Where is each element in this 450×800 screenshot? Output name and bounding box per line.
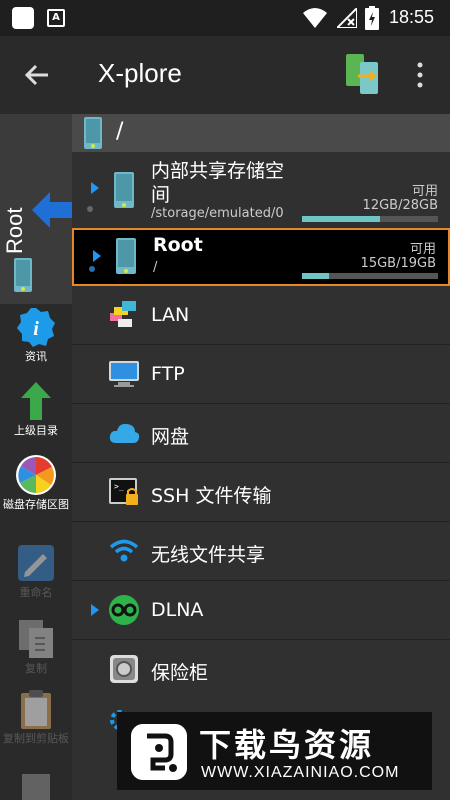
svg-text:>_: >_	[114, 482, 124, 491]
disk-map-icon	[16, 455, 56, 495]
copy-icon	[19, 620, 53, 658]
sidebar: Root i 资讯 上级目录 磁盘存储区图 重命名 复制 复制到剪贴板	[0, 114, 72, 800]
info-button[interactable]: i 资讯	[0, 306, 72, 364]
expand-arrow-icon[interactable]	[91, 604, 99, 616]
status-dot	[89, 266, 95, 272]
storage-device-icon	[14, 258, 32, 292]
drive-path: /	[153, 260, 158, 275]
copy-to-clipboard-button[interactable]: 复制到剪贴板	[0, 688, 72, 746]
item-label: SSH 文件传输	[151, 485, 272, 507]
watermark-title: 下载鸟资源	[199, 726, 375, 764]
app-title: X-plore	[98, 58, 182, 88]
dlna-icon	[109, 595, 139, 625]
disk-map-button[interactable]: 磁盘存储区图	[0, 454, 72, 512]
cloud-icon	[109, 423, 140, 443]
no-signal-icon	[337, 8, 357, 28]
notification-a-icon: A	[47, 9, 65, 27]
sidebar-button-label: 复制	[25, 662, 47, 675]
sidebar-button-label: 磁盘存储区图	[3, 498, 69, 511]
overflow-menu-icon[interactable]	[410, 60, 430, 90]
watermark-url: WWW.XIAZAINIAO.COM	[201, 764, 400, 781]
parent-folder-button[interactable]: 上级目录	[0, 380, 72, 438]
list-item-lan[interactable]: LAN	[72, 286, 450, 345]
rename-button[interactable]: 重命名	[0, 542, 72, 600]
drive-root[interactable]: Root / 可用 15GB/19GB	[72, 228, 450, 286]
drive-usage-fill	[302, 273, 330, 279]
clock: 18:55	[389, 7, 435, 27]
watermark-banner: 下载鸟资源 WWW.XIAZAINIAO.COM	[117, 712, 432, 790]
storage-device-icon	[114, 172, 134, 208]
drive-name-line2: 间	[151, 184, 171, 206]
drive-available-label: 可用	[409, 242, 436, 257]
drive-size: 12GB/28GB	[362, 198, 438, 213]
back-arrow-icon[interactable]	[22, 60, 52, 90]
list-item-cloud[interactable]: 网盘	[72, 404, 450, 463]
drive-size: 15GB/19GB	[360, 256, 436, 271]
status-bar: A 18:55	[0, 0, 450, 36]
copy-button[interactable]: 复制	[0, 618, 72, 676]
info-icon: i	[17, 308, 55, 347]
item-label: 无线文件共享	[151, 544, 266, 566]
list-item-dlna[interactable]: DLNA	[72, 581, 450, 640]
more-tools-icon	[22, 774, 50, 800]
status-dot	[87, 206, 93, 212]
sidebar-button-label: 上级目录	[14, 424, 58, 437]
item-label: DLNA	[151, 599, 204, 621]
dual-pane-phones-icon[interactable]	[344, 52, 382, 96]
drive-name: Root	[153, 234, 203, 256]
ftp-icon	[109, 361, 139, 387]
wifi-icon	[303, 8, 327, 28]
lan-icon	[110, 301, 136, 327]
list-item-ssh[interactable]: >_ SSH 文件传输	[72, 463, 450, 522]
switch-pane-arrow-icon[interactable]	[32, 190, 72, 230]
list-item-ftp[interactable]: FTP	[72, 345, 450, 404]
drive-available-label: 可用	[411, 184, 438, 199]
drive-usage-bar	[302, 273, 438, 279]
item-label: FTP	[151, 363, 185, 385]
app-bar: X-plore	[0, 36, 450, 114]
drive-path: /storage/emulated/0	[151, 206, 284, 221]
drive-internal-storage[interactable]: 内部共享存储空 间 /storage/emulated/0 可用 12GB/28…	[72, 152, 450, 228]
sidebar-button-label: 资讯	[25, 350, 47, 363]
item-label: 网盘	[151, 426, 190, 448]
rename-icon	[18, 545, 54, 581]
item-label: 保险柜	[151, 662, 209, 684]
ssh-icon: >_	[109, 478, 138, 505]
up-arrow-icon	[21, 382, 51, 420]
list-item-wifi-share[interactable]: 无线文件共享	[72, 522, 450, 581]
clipboard-icon	[21, 690, 51, 729]
sidebar-button-label: 复制到剪贴板	[3, 732, 69, 745]
battery-charging-icon	[365, 6, 379, 30]
sidebar-button-label: 重命名	[19, 586, 53, 599]
drive-usage-fill	[302, 216, 380, 222]
list-item-vault[interactable]: 保险柜	[72, 640, 450, 699]
storage-device-icon	[84, 117, 102, 149]
notification-square-icon	[12, 7, 34, 29]
current-path: /	[116, 119, 124, 144]
sidebar-root-tab[interactable]: Root	[0, 114, 72, 304]
storage-device-icon	[116, 238, 136, 274]
drive-usage-bar	[302, 216, 438, 222]
sidebar-tab-label: Root	[2, 207, 27, 254]
expand-arrow-icon[interactable]	[91, 182, 99, 194]
watermark-logo	[131, 724, 187, 780]
drive-name: 内部共享存储空	[151, 160, 285, 182]
app-root: A 18:55 X-plore Root i 资讯 上级目录 磁盘存储区图 重命…	[0, 0, 450, 800]
file-pane: / 内部共享存储空 间 /storage/emulated/0 可用 12GB/…	[72, 114, 450, 800]
path-bar[interactable]: /	[72, 114, 450, 152]
wifi-share-icon	[109, 539, 139, 562]
svg-text:i: i	[33, 318, 39, 340]
vault-icon	[110, 655, 138, 683]
expand-arrow-icon[interactable]	[93, 250, 101, 262]
item-label: LAN	[151, 304, 190, 326]
